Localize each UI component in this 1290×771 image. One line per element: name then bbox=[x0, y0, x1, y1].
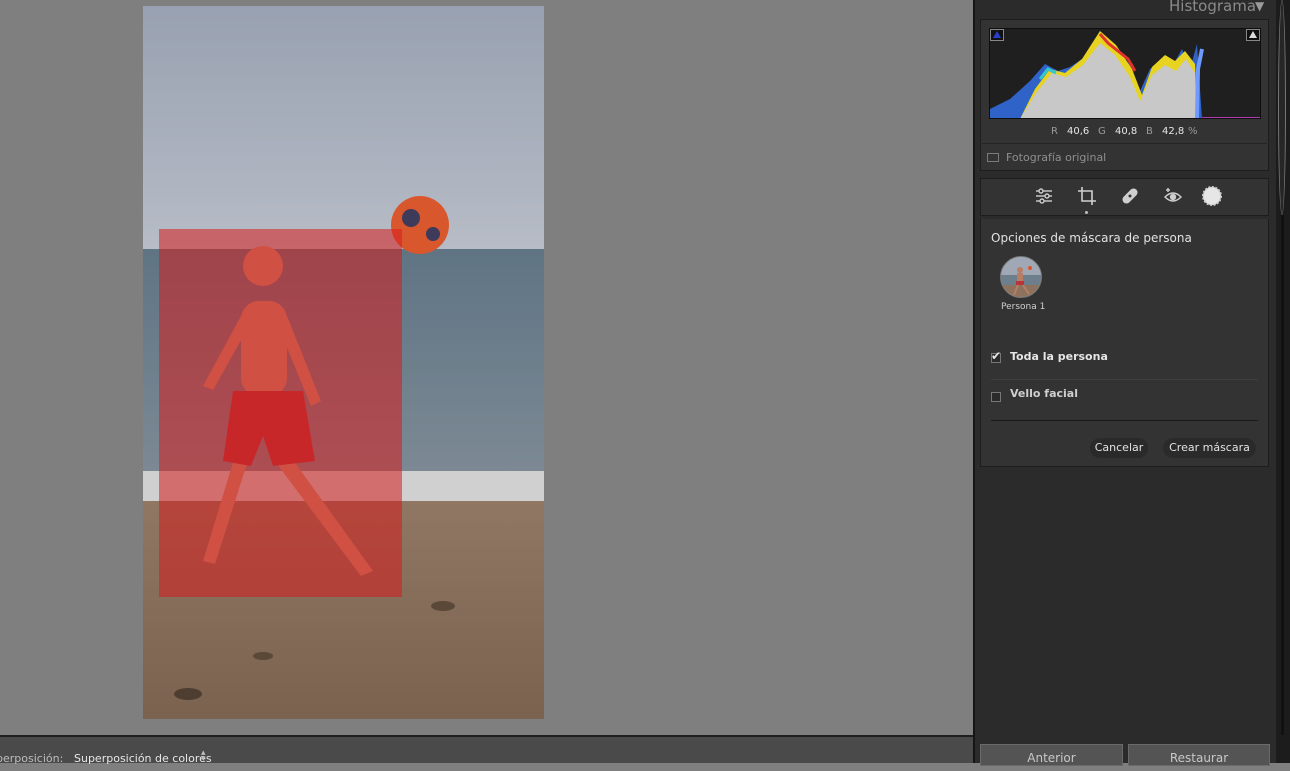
masking-icon[interactable] bbox=[1201, 185, 1223, 207]
healing-icon[interactable] bbox=[1119, 185, 1141, 207]
divider bbox=[991, 379, 1258, 380]
rgb-b-key: B bbox=[1146, 126, 1153, 137]
rgb-r-key: R bbox=[1051, 126, 1058, 137]
original-photo-label[interactable]: Fotografía original bbox=[1006, 151, 1106, 164]
scrollbar-thumb[interactable] bbox=[1278, 0, 1286, 215]
whole-person-label[interactable]: Toda la persona bbox=[1010, 350, 1108, 363]
histogram-title[interactable]: Histograma bbox=[1169, 0, 1256, 15]
person-label: Persona 1 bbox=[1001, 302, 1046, 312]
histogram-graph[interactable] bbox=[989, 28, 1261, 119]
crop-icon[interactable] bbox=[1076, 185, 1098, 207]
rgb-r-value: 40,6 bbox=[1067, 126, 1090, 137]
facial-hair-checkbox[interactable] bbox=[991, 392, 1001, 402]
sliders-icon[interactable] bbox=[1033, 185, 1055, 207]
rgb-g-key: G bbox=[1098, 126, 1106, 137]
rgb-b-value: 42,8 bbox=[1162, 126, 1185, 137]
scrollbar-track[interactable] bbox=[1281, 215, 1284, 735]
bottom-toolbar: perposición: Superposición de colores ▴ ▾ bbox=[0, 735, 973, 765]
highlight-clipping-icon[interactable] bbox=[1246, 29, 1260, 41]
collapse-triangle-icon[interactable]: ▼ bbox=[1255, 0, 1264, 13]
divider bbox=[982, 143, 1267, 144]
original-photo-checkbox[interactable] bbox=[987, 153, 999, 162]
cancel-button[interactable]: Cancelar bbox=[1090, 438, 1148, 458]
person-thumbnail[interactable] bbox=[1000, 256, 1042, 298]
rgb-g-value: 40,8 bbox=[1115, 126, 1138, 137]
overlay-mode-select[interactable]: Superposición de colores bbox=[74, 752, 212, 765]
facial-hair-label[interactable]: Vello facial bbox=[1010, 387, 1078, 400]
create-mask-button[interactable]: Crear máscara bbox=[1163, 438, 1256, 458]
rgb-unit: % bbox=[1188, 126, 1198, 137]
shadow-clipping-icon[interactable] bbox=[990, 29, 1004, 41]
overlay-label: perposición: bbox=[0, 752, 64, 765]
whole-person-checkbox[interactable] bbox=[991, 349, 1001, 363]
redeye-icon[interactable] bbox=[1162, 185, 1184, 207]
divider bbox=[991, 420, 1258, 421]
select-arrows-icon[interactable]: ▴ ▾ bbox=[201, 749, 206, 764]
panel-scrollbar[interactable] bbox=[1276, 0, 1290, 763]
mask-options-title: Opciones de máscara de persona bbox=[991, 231, 1192, 245]
active-tool-indicator bbox=[1085, 211, 1088, 214]
person-mask-overlay bbox=[159, 229, 402, 597]
